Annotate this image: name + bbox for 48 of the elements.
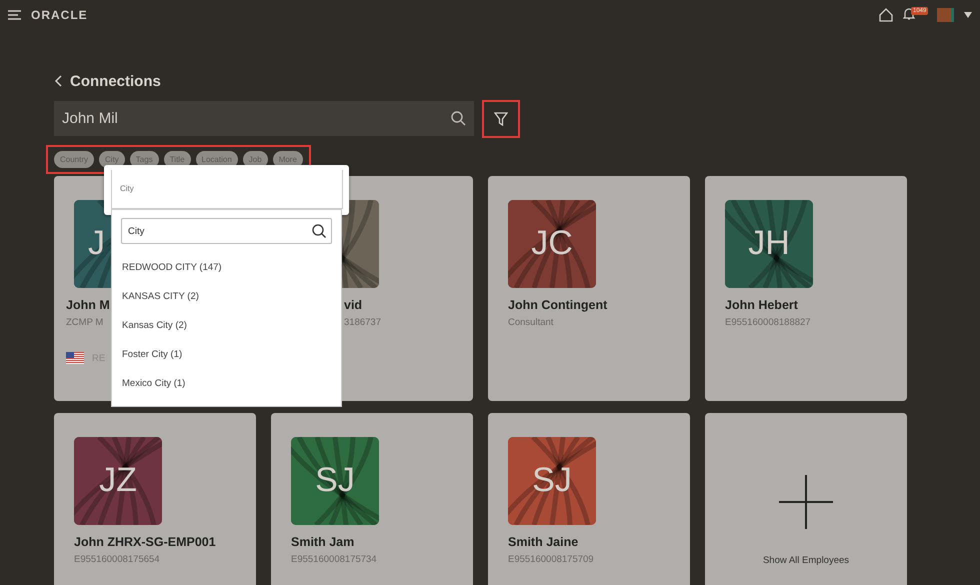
plus-icon <box>779 475 833 529</box>
logo: ORACLE <box>31 8 88 22</box>
search-icon[interactable] <box>451 111 466 126</box>
filter-icon <box>494 112 508 126</box>
employee-detail: Consultant <box>508 317 554 328</box>
avatar-initials: JH <box>747 224 791 263</box>
employee-name: Smith Jam <box>291 535 356 549</box>
employee-card[interactable]: SJ Smith Jam E955160008175734 <box>271 413 473 585</box>
avatar-initials: JZ <box>98 461 138 500</box>
bell-icon[interactable] <box>903 7 915 21</box>
show-all-label: Show All Employees <box>762 555 850 566</box>
back-icon[interactable] <box>54 75 62 87</box>
city-option[interactable]: Kansas City (2) <box>121 311 332 340</box>
search-icon[interactable] <box>312 224 326 238</box>
employee-name: John Hebert <box>725 298 799 312</box>
employee-detail: E955160008175709 <box>508 554 594 565</box>
avatar-initials: J <box>88 224 105 263</box>
menu-icon[interactable] <box>8 10 21 20</box>
city-option[interactable]: REDWOOD CITY (147) <box>121 253 332 282</box>
avatar-initials: JC <box>530 224 574 263</box>
flag-icon <box>66 352 84 364</box>
employee-name: vid <box>344 298 364 312</box>
employee-card[interactable]: SJ Smith Jaine E955160008175709 <box>488 413 690 585</box>
city-option[interactable]: Foster City (1) <box>121 340 332 369</box>
avatar-initials: SJ <box>531 461 573 500</box>
employee-card[interactable]: JC John Contingent Consultant <box>488 176 690 401</box>
employee-name: John M <box>66 298 110 312</box>
employee-detail: E955160008175654 <box>74 554 161 565</box>
employee-name: John Contingent <box>508 298 608 312</box>
search-field[interactable]: John Mil <box>54 101 474 136</box>
filter-button[interactable] <box>484 102 518 136</box>
employee-name: Smith Jaine <box>508 535 580 549</box>
employee-card[interactable]: vid 3186737 <box>342 176 473 401</box>
employee-name: John ZHRX-SG-EMP001 <box>74 535 216 549</box>
employee-detail: E955160008175734 <box>291 554 377 565</box>
employee-detail: E955160008188827 <box>725 317 811 328</box>
caret-icon[interactable] <box>964 12 972 18</box>
employee-card[interactable]: JZ John ZHRX-SG-EMP001 E955160008175654 <box>54 413 256 585</box>
avatar-initials: SJ <box>314 461 356 500</box>
show-all-card[interactable]: Show All Employees <box>705 413 907 585</box>
page-title: Connections <box>70 72 161 90</box>
city-option[interactable]: Mexico City (1) <box>121 369 332 398</box>
employee-detail: ZCMP M <box>66 317 104 328</box>
city-option[interactable]: KANSAS CITY (2) <box>121 282 332 311</box>
city-search-field[interactable]: City <box>121 218 332 244</box>
employee-card[interactable]: JH John Hebert E955160008188827 <box>705 176 907 401</box>
employee-detail: 3186737 <box>344 317 381 328</box>
home-icon[interactable] <box>879 8 893 22</box>
